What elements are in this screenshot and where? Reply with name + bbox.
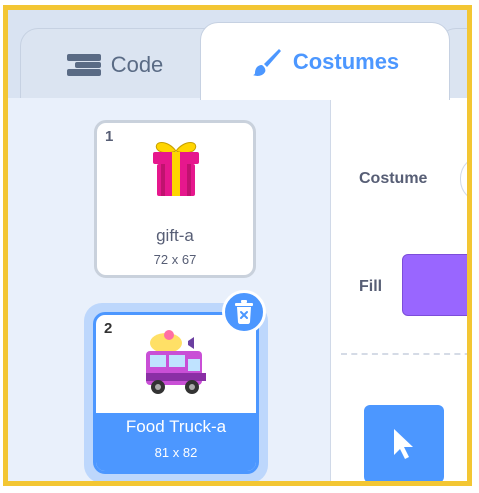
select-tool-button[interactable]: [364, 405, 444, 481]
costume-name: gift-a: [156, 226, 194, 245]
tab-strip: Code Costumes: [8, 10, 467, 100]
paintbrush-icon: [251, 46, 283, 78]
costume-editor-window: Code Costumes 1 gift-a 72 x 67 2 Food Tr…: [3, 5, 472, 486]
costume-list: 1 gift-a 72 x 67 2 Food Truck-a 81 x 82: [8, 98, 331, 481]
costume-item-food-truck-a[interactable]: 2 Food Truck-a 81 x 82: [93, 312, 259, 474]
costume-name-label: Costume: [359, 170, 428, 187]
gift-icon: [143, 137, 209, 208]
trash-icon: [234, 300, 254, 324]
costume-size: 72 x 67: [153, 252, 197, 267]
paint-editor: Costume Fill: [331, 98, 467, 481]
tab-costumes-label: Costumes: [292, 48, 400, 74]
costume-number: 2: [104, 320, 113, 337]
costume-name: Food Truck-a: [125, 417, 227, 436]
select-arrow-icon: [391, 427, 417, 461]
fill-color-swatch[interactable]: [402, 254, 467, 316]
costume-number: 1: [105, 128, 114, 145]
costume-size: 81 x 82: [154, 445, 198, 460]
divider: [341, 353, 467, 355]
food-truck-icon: [138, 329, 216, 402]
tab-costumes[interactable]: Costumes: [200, 22, 450, 100]
costume-selected-footer: Food Truck-a 81 x 82: [96, 413, 256, 471]
costume-item-gift-a[interactable]: 1 gift-a 72 x 67: [94, 120, 256, 278]
code-blocks-icon: [66, 53, 101, 76]
costume-name-input[interactable]: [460, 156, 467, 202]
delete-costume-button[interactable]: [222, 290, 266, 334]
fill-label: Fill: [359, 278, 383, 295]
tab-code-label: Code: [110, 51, 164, 77]
